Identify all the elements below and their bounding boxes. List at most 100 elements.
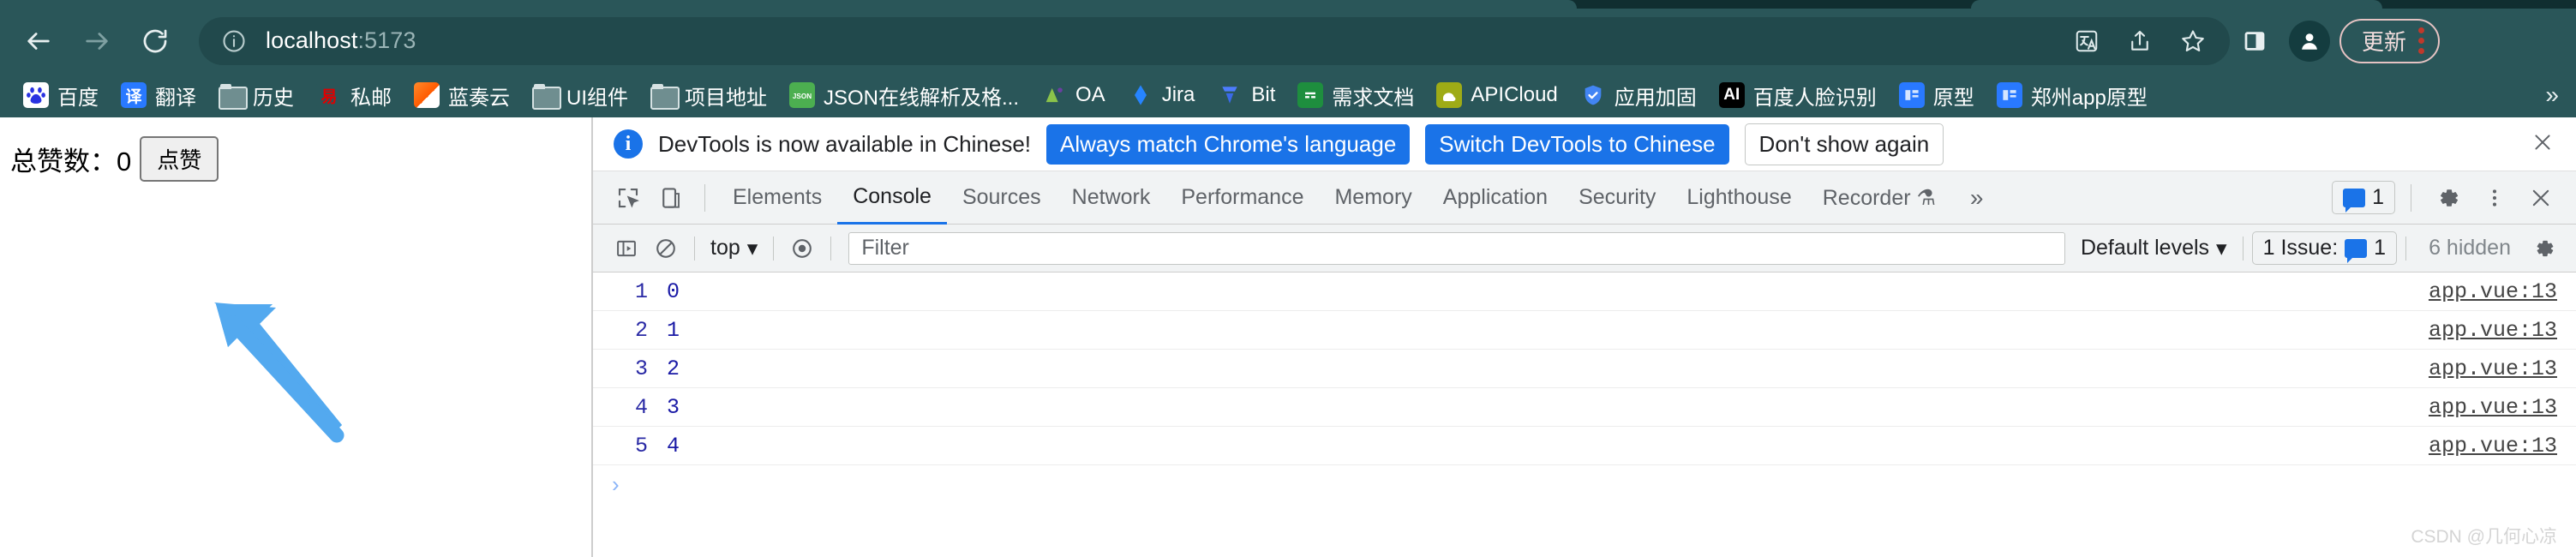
tab-strip [0,0,2576,9]
bookmark-item[interactable]: 原型 [1888,77,1986,114]
log-source-link[interactable]: app.vue:13 [2429,279,2576,304]
annotation-arrow [214,302,344,443]
avatar [2289,20,2330,62]
bookmark-item[interactable]: 百度 [12,77,110,114]
side-panel-icon[interactable] [2230,16,2279,66]
bookmarks-overflow-button[interactable]: » [2545,81,2576,109]
lanzou-icon [414,82,440,108]
sheets-icon [1297,82,1324,108]
issues-badge[interactable]: 1 [2332,181,2395,214]
bookmark-item[interactable]: UI组件 [521,77,639,114]
tab-elements[interactable]: Elements [717,171,837,225]
star-icon[interactable] [2168,16,2218,66]
folder-icon [532,84,561,110]
watermark: CSDN @几何心凉 [2411,527,2557,547]
switch-to-chinese-button[interactable]: Switch DevTools to Chinese [1425,123,1729,165]
ai-icon: AI [1718,82,1745,108]
bookmark-item[interactable]: Jira [1117,79,1207,111]
bookmark-item[interactable]: JSON JSON在线解析及格... [778,77,1030,114]
log-source-link[interactable]: app.vue:13 [2429,318,2576,343]
always-match-language-button[interactable]: Always match Chrome's language [1046,123,1411,165]
divider [773,236,775,261]
bookmark-item[interactable]: 历史 [207,77,305,114]
bookmark-item[interactable]: 郑州app原型 [1986,77,2159,114]
bookmark-item[interactable]: 译翻译 [110,77,207,114]
filter-bar-right: Default levels ▾ 1 Issue: 1 6 hidden [2074,229,2576,268]
issues-count: 1 [2374,236,2387,260]
log-levels-dropdown[interactable]: Default levels ▾ [2074,236,2234,261]
tab-network[interactable]: Network [1057,171,1166,225]
like-button[interactable]: 点赞 [140,136,219,182]
console-output[interactable]: 1 0 app.vue:13 2 1 app.vue:13 3 2 app.vue:13 4 3 ap… [593,273,2576,557]
log-source-link[interactable]: app.vue:13 [2429,434,2576,458]
address-bar[interactable]: localhost:5173 [199,16,2230,66]
bookmark-label: UI组件 [566,86,628,110]
back-button[interactable] [12,15,65,68]
bookmark-item[interactable]: Bit [1206,79,1286,111]
profile-avatar[interactable] [2285,16,2334,66]
tab-application[interactable]: Application [1428,171,1563,225]
console-prompt[interactable]: › [593,465,2576,504]
log-source-link[interactable]: app.vue:13 [2429,395,2576,420]
log-line-number: 4 [634,394,648,420]
bookmarks-bar: 百度译翻译 历史易私邮 蓝奏云 UI组件 项目地址 JSON JSON在线解析及格... OA… [0,73,2576,117]
update-button[interactable]: 更新 [2339,18,2441,63]
console-settings-gear-icon[interactable] [2525,229,2564,268]
three-dot-menu-icon[interactable] [2473,177,2516,219]
bookmark-item[interactable]: AI 百度人脸识别 [1708,77,1888,114]
bookmark-item[interactable]: 项目地址 [639,77,778,114]
dont-show-again-button[interactable]: Don't show again [1744,123,1944,165]
reload-button[interactable] [129,15,182,68]
forward-button[interactable] [70,15,123,68]
tab-security[interactable]: Security [1563,171,1671,225]
bookmark-item[interactable]: 蓝奏云 [403,77,521,114]
bookmark-label: 原型 [1932,86,1974,110]
console-sidebar-icon[interactable] [607,229,646,268]
device-toolbar-icon[interactable] [650,177,692,219]
clear-console-icon[interactable] [646,229,686,268]
toolbar-right-actions: 更新 [2230,16,2455,66]
log-value: 2 [667,356,680,381]
browser-tab[interactable] [0,0,1577,9]
site-info-icon[interactable] [221,28,247,54]
navigation-buttons [0,15,182,68]
tab-recorder[interactable]: Recorder ⚗ [1807,171,1951,225]
inspect-element-icon[interactable] [607,177,650,219]
bookmark-label: 私邮 [350,86,392,110]
bookmark-item[interactable]: APICloud [1425,79,1568,111]
translate-icon[interactable] [2062,16,2112,66]
bookmark-item[interactable]: OA [1030,79,1117,111]
bookmark-label: 需求文档 [1332,86,1415,110]
browser-window: localhost:5173 更新 百度 译 翻译 历史 易 私邮 蓝奏云 UI… [0,0,2576,557]
bookmark-item[interactable]: 易私邮 [305,77,403,114]
gear-icon[interactable] [2427,177,2470,219]
tab-console[interactable]: Console [837,171,947,225]
bookmark-item[interactable]: 应用加固 [1569,77,1708,114]
live-expression-icon[interactable] [782,229,822,268]
close-icon[interactable] [2531,129,2562,160]
more-tabs-button[interactable]: » [1951,184,2003,212]
three-dot-menu-icon[interactable] [2418,27,2425,54]
share-icon[interactable] [2115,16,2165,66]
filter-input[interactable]: Filter [848,231,2065,265]
chevron-down-icon: ▾ [746,236,758,261]
total-likes-label: 总赞数：0 [10,140,131,178]
hidden-messages-label: 6 hidden [2429,236,2511,260]
log-line-number: 1 [634,278,648,304]
total-likes-value: 0 [117,147,132,177]
axure-icon [1996,82,2022,108]
tab-memory[interactable]: Memory [1319,171,1427,225]
bookmark-item[interactable]: 需求文档 [1286,77,1425,114]
close-devtools-icon[interactable] [2519,177,2562,219]
bookmark-label: JSON在线解析及格... [824,86,1020,110]
log-line-number: 5 [634,433,648,458]
issues-chip[interactable]: 1 Issue: 1 [2251,231,2398,265]
shield-icon [1579,82,1606,108]
tab-lighthouse[interactable]: Lighthouse [1671,171,1806,225]
log-source-link[interactable]: app.vue:13 [2429,356,2576,381]
tab-performance[interactable]: Performance [1165,171,1319,225]
oa-icon [1041,82,1068,108]
execution-context-selector[interactable]: top ▾ [704,236,764,261]
browser-tab[interactable] [1971,0,2382,9]
tab-sources[interactable]: Sources [947,171,1057,225]
